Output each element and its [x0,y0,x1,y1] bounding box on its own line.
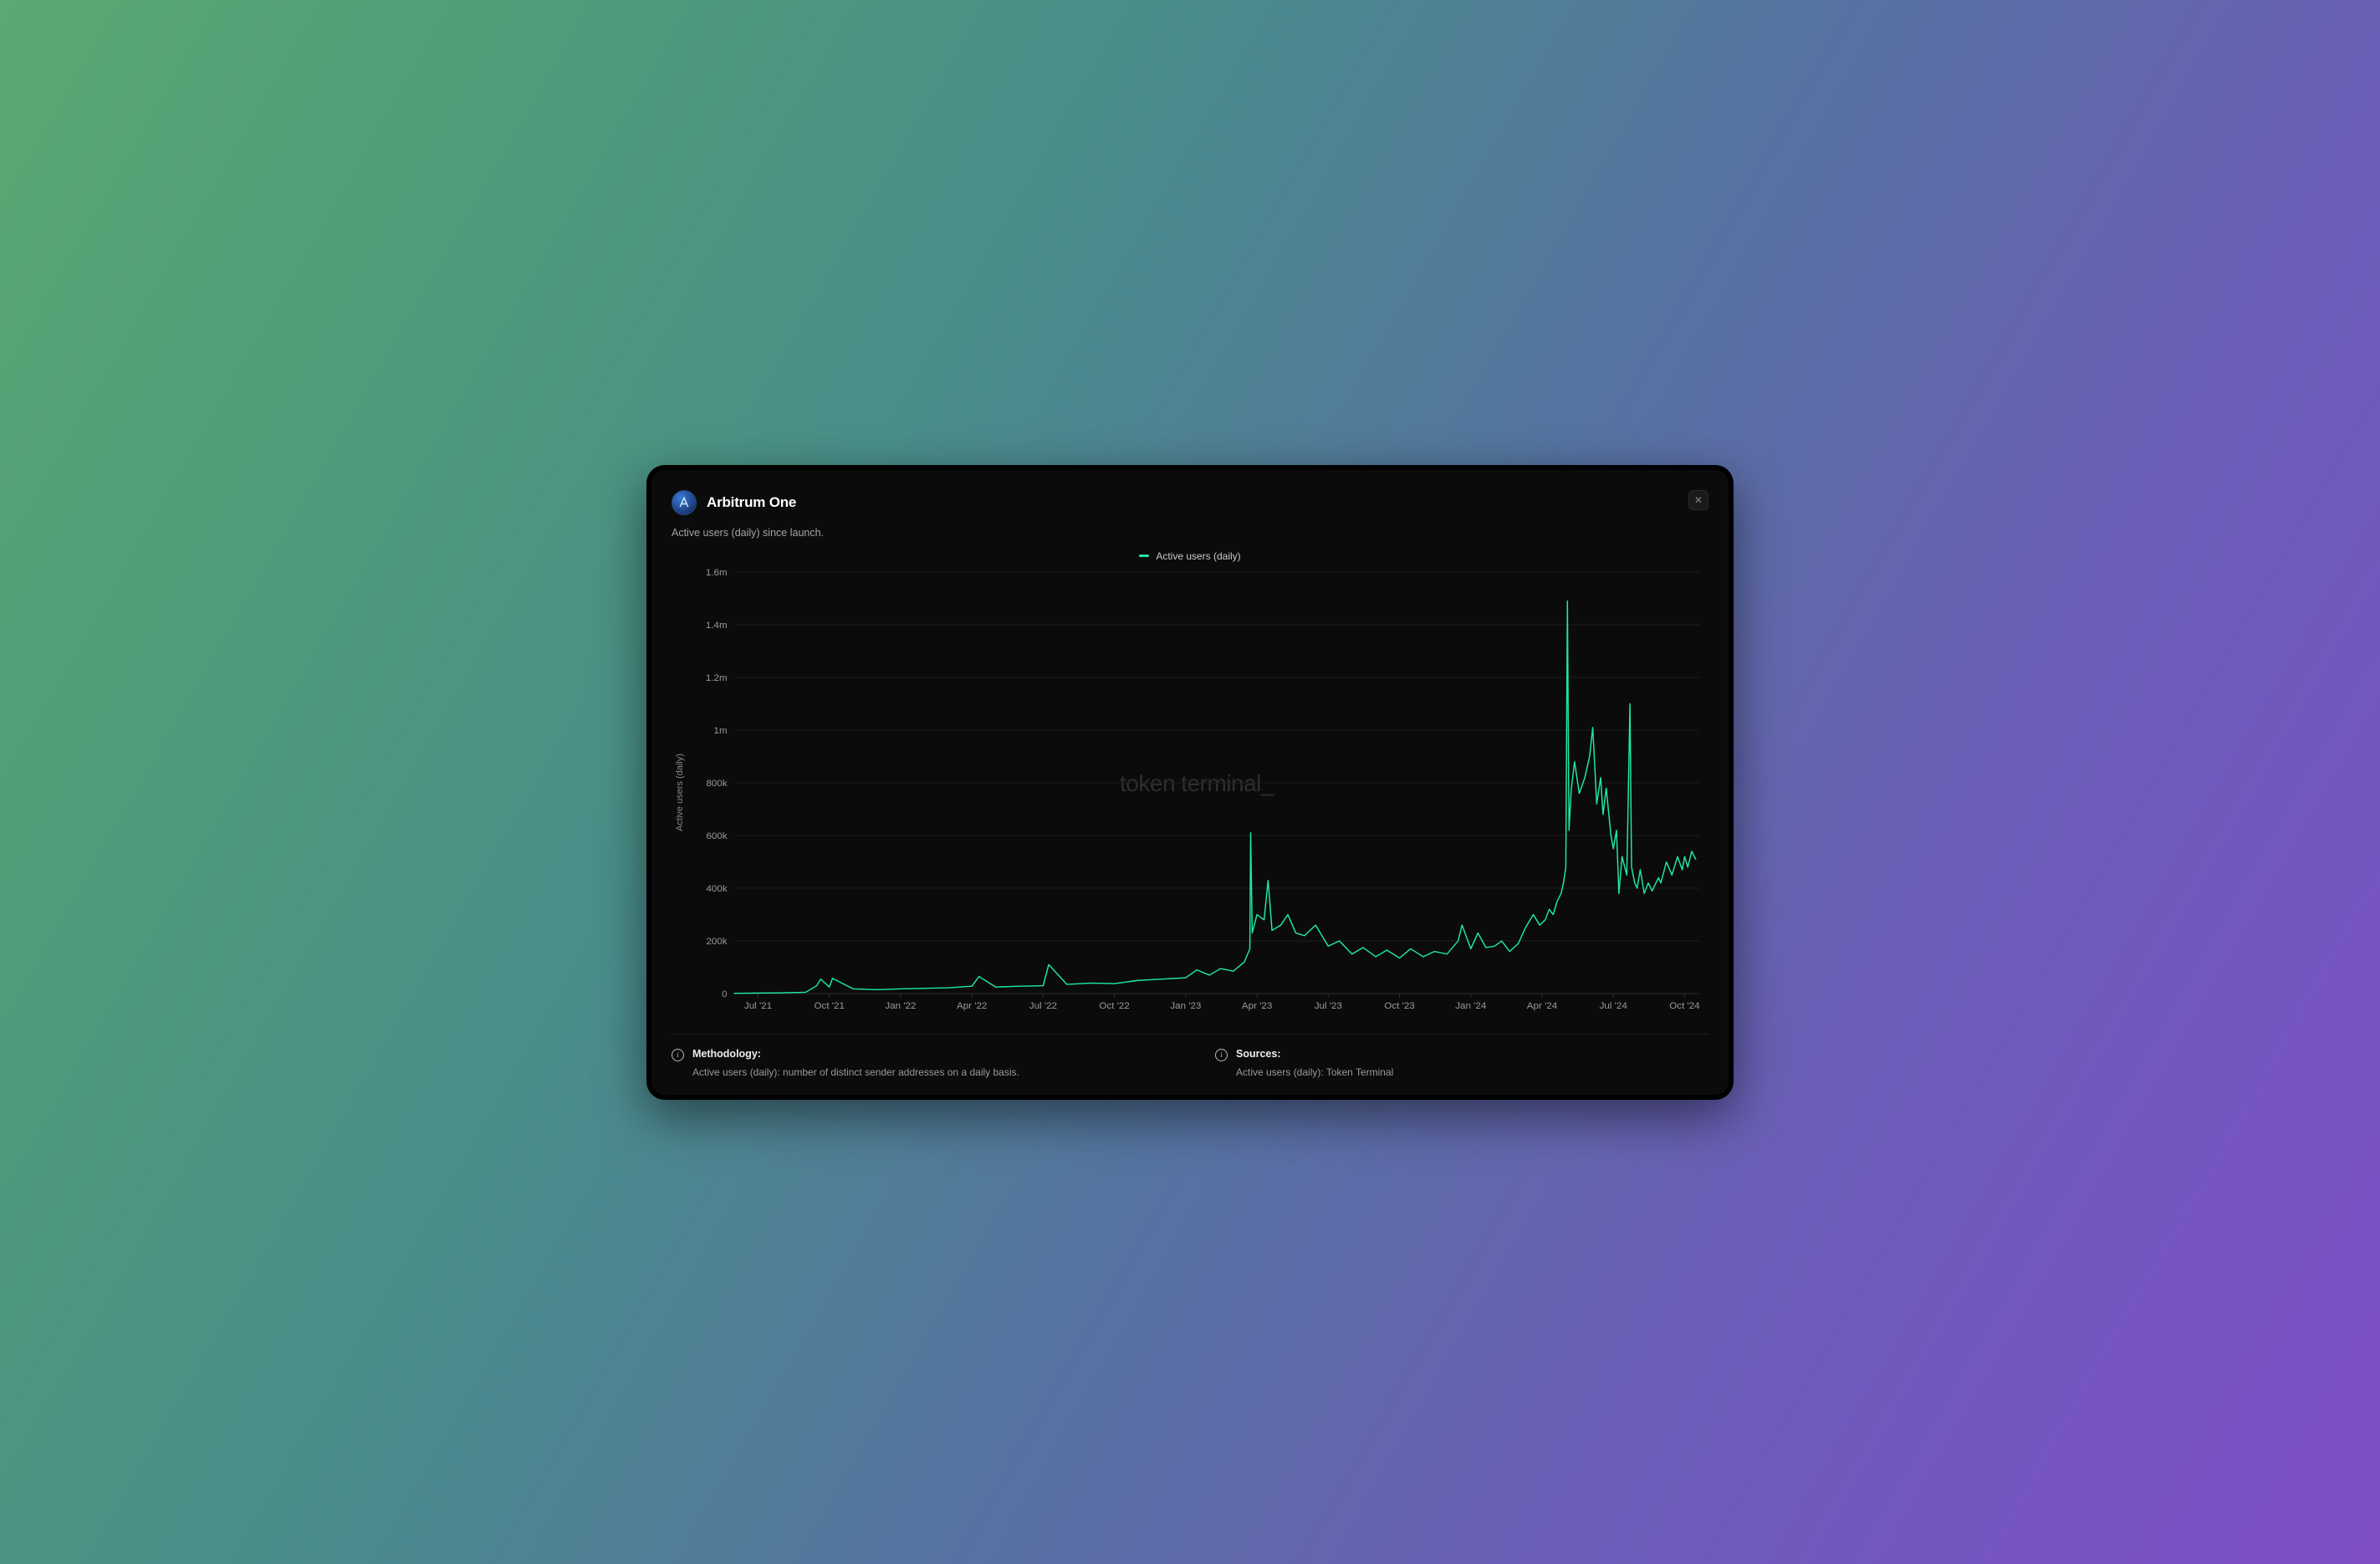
info-icon: i [1215,1049,1228,1061]
svg-text:Apr '24: Apr '24 [1527,1001,1557,1011]
svg-text:600k: 600k [706,831,728,841]
app-screen: Arbitrum One Active users (daily) since … [651,470,1729,1095]
svg-text:Jul '21: Jul '21 [744,1001,772,1011]
legend-swatch-icon [1139,555,1149,557]
footer: i Methodology: Active users (daily): num… [672,1034,1708,1078]
header: Arbitrum One Active users (daily) since … [672,490,1708,539]
arbitrum-logo-icon [672,490,697,515]
svg-text:1.6m: 1.6m [706,568,728,578]
svg-text:400k: 400k [706,884,728,894]
svg-text:Jan '23: Jan '23 [1170,1001,1201,1011]
svg-text:Jul '24: Jul '24 [1600,1001,1627,1011]
methodology-box: i Methodology: Active users (daily): num… [672,1048,1165,1078]
svg-text:200k: 200k [706,937,728,947]
sources-body: Active users (daily): Token Terminal [1236,1066,1393,1078]
svg-text:Jul '23: Jul '23 [1315,1001,1342,1011]
svg-text:Jan '24: Jan '24 [1455,1001,1486,1011]
svg-text:Oct '21: Oct '21 [815,1001,845,1011]
chart-legend: Active users (daily) [672,550,1708,562]
svg-text:Jan '22: Jan '22 [885,1001,916,1011]
close-icon: ✕ [1694,494,1703,506]
arbitrum-glyph-icon [677,495,692,510]
chart-area: Active users (daily) token terminal_ 020… [672,567,1708,1019]
device-frame: Arbitrum One Active users (daily) since … [646,465,1734,1100]
page-subtitle: Active users (daily) since launch. [672,527,824,539]
chart-plot: token terminal_ 0200k400k600k800k1m1.2m1… [685,567,1708,1019]
legend-series-label: Active users (daily) [1156,550,1240,562]
sources-heading: Sources: [1236,1048,1393,1060]
title-row: Arbitrum One [672,490,824,515]
svg-text:Jul '22: Jul '22 [1029,1001,1057,1011]
y-axis-title: Active users (daily) [672,754,685,831]
svg-text:Apr '23: Apr '23 [1242,1001,1272,1011]
methodology-heading: Methodology: [692,1048,1019,1060]
svg-text:1m: 1m [714,726,728,736]
svg-text:0: 0 [722,989,727,999]
page-title: Arbitrum One [707,494,796,511]
close-button[interactable]: ✕ [1688,490,1708,510]
svg-text:800k: 800k [706,779,728,789]
svg-text:Oct '23: Oct '23 [1384,1001,1414,1011]
methodology-body: Active users (daily): number of distinct… [692,1066,1019,1078]
svg-text:1.2m: 1.2m [706,673,728,683]
chart-svg: 0 200k 400k 600k 800k 1m 1.2m 1.4m 1.6m Jul '21 Oc… [685,567,1708,1019]
sources-box: i Sources: Active users (daily): Token T… [1215,1048,1708,1078]
svg-text:1.4m: 1.4m [706,621,728,631]
info-icon: i [672,1049,684,1061]
svg-text:Oct '24: Oct '24 [1669,1001,1699,1011]
svg-text:Oct '22: Oct '22 [1099,1001,1129,1011]
svg-text:Apr '22: Apr '22 [957,1001,987,1011]
